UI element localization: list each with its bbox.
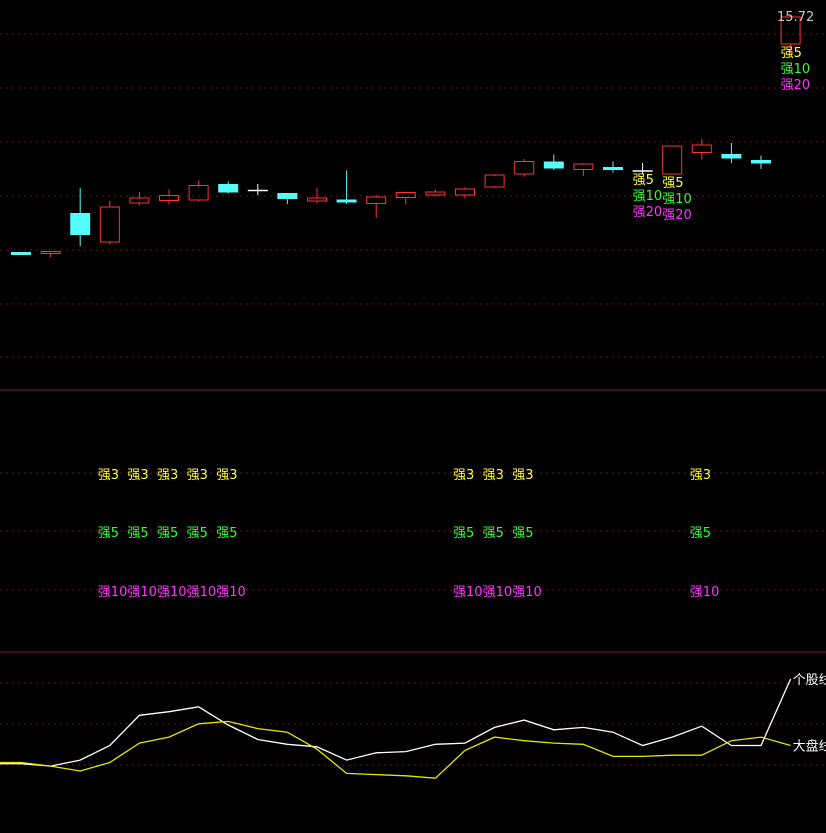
candle <box>188 180 209 202</box>
candle-body <box>99 206 120 243</box>
signal-label: 强5 <box>512 526 533 541</box>
signal-label: 强10 <box>98 585 128 600</box>
signal-label: 强3 <box>187 468 208 483</box>
signal-label: 强10 <box>187 585 217 600</box>
signal-label: 强5 <box>453 526 474 541</box>
candle-body <box>395 192 416 198</box>
candle <box>336 170 357 204</box>
candle-body <box>543 161 564 169</box>
signal-label: 强3 <box>216 468 237 483</box>
candle <box>218 181 239 194</box>
candle-body <box>573 163 594 170</box>
candle <box>751 155 771 169</box>
candle <box>543 154 564 170</box>
candle <box>277 193 298 204</box>
signal-label: 强5 <box>187 526 208 541</box>
candle-body <box>603 167 623 170</box>
signal-label: 强3 <box>690 468 711 483</box>
chart-canvas[interactable]: 强5强10强20强5强10强20强5强10强20 15.72 强3强5强10强3… <box>0 0 826 833</box>
candle-body <box>188 185 209 201</box>
series-line <box>0 678 792 767</box>
signal-label: 强3 <box>512 468 533 483</box>
signal-label: 强3 <box>453 468 474 483</box>
signal-panel: 强3 强5 强10 强3 强5 强10 强3 强5 强10 强3 强5 强10 强3 强5 强10 强3 强5 强… <box>98 468 720 600</box>
signal-label: 强5 <box>216 526 237 541</box>
price-label: 15.72 <box>777 10 814 25</box>
strength-label: 强5 <box>781 46 802 61</box>
candle <box>366 195 387 218</box>
signal-label: 强10 <box>216 585 246 600</box>
signal-label: 强5 <box>483 526 504 541</box>
candle-body <box>11 252 31 255</box>
signal-label: 强10 <box>157 585 187 600</box>
signal-label: 强5 <box>127 526 148 541</box>
series-label: 大盘线 <box>793 739 826 755</box>
candle-body <box>751 160 771 164</box>
signal-label: 强3 <box>157 468 178 483</box>
signal-label: 强3 <box>98 468 119 483</box>
signal-label: 强3 <box>483 468 504 483</box>
signal-label: 强10 <box>512 585 542 600</box>
strength-label: 强20 <box>781 78 811 93</box>
candle-body <box>277 193 298 199</box>
signal-label: 强5 <box>690 526 711 541</box>
candle <box>70 188 91 246</box>
candle <box>721 143 742 163</box>
strength-label: 强10 <box>662 192 692 207</box>
strength-label: 强5 <box>662 176 683 191</box>
candle <box>662 145 683 175</box>
candle <box>425 189 446 197</box>
candle <box>129 192 150 206</box>
strength-label: 强10 <box>781 62 811 77</box>
candle <box>455 187 475 199</box>
candle <box>247 184 268 195</box>
candle-body <box>514 161 535 175</box>
signal-label: 强5 <box>157 526 178 541</box>
signal-label: 强3 <box>127 468 148 483</box>
signal-label: 强10 <box>483 585 513 600</box>
candle <box>395 191 416 205</box>
strength-label: 强20 <box>633 205 663 220</box>
strength-label: 强10 <box>633 189 663 204</box>
candle <box>603 161 623 173</box>
series-label: 个股线 <box>793 673 826 688</box>
signal-label: 强5 <box>98 526 119 541</box>
signal-label: 强10 <box>127 585 157 600</box>
candle-body <box>484 174 505 188</box>
candle <box>11 252 31 255</box>
series-line <box>0 720 791 779</box>
candle-body <box>425 191 446 196</box>
strength-label: 强5 <box>633 173 654 188</box>
candle <box>484 174 505 188</box>
candle-body <box>721 154 742 159</box>
candle-body <box>662 145 683 175</box>
line-panel[interactable]: 个股线大盘线 <box>0 673 826 779</box>
candle <box>99 200 120 245</box>
strength-label: 强20 <box>662 208 692 223</box>
candle <box>159 189 179 205</box>
candle-body <box>691 144 712 153</box>
candle <box>40 251 61 257</box>
candle-body <box>455 188 475 196</box>
candle-body <box>336 199 357 203</box>
candle-body <box>307 197 327 202</box>
candle-body <box>366 196 387 204</box>
signal-label: 强10 <box>690 585 720 600</box>
candle-body <box>70 213 91 235</box>
signal-label: 强10 <box>453 585 483 600</box>
candle-body <box>40 251 61 254</box>
candle-body <box>218 184 239 193</box>
candle-body <box>129 197 150 204</box>
candle <box>573 163 594 176</box>
candle <box>514 159 535 177</box>
candle <box>307 188 327 204</box>
